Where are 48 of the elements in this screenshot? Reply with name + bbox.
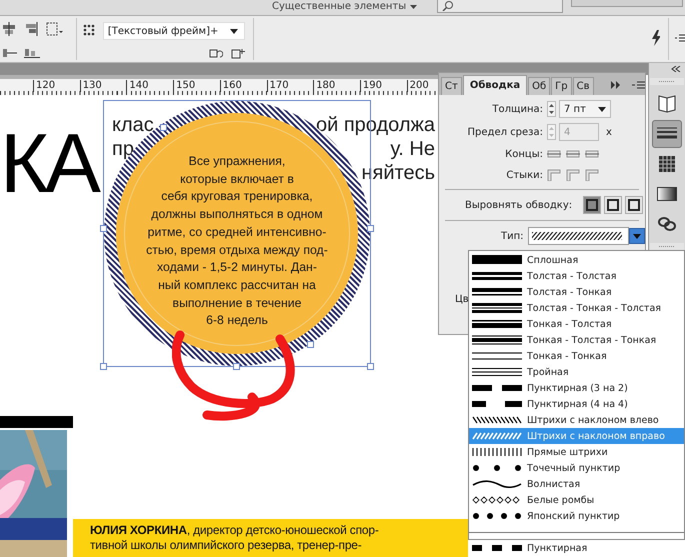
ruler-label: 150 (173, 80, 196, 92)
menu-item[interactable]: Толстая - Тонкая (469, 284, 684, 300)
workspace-switcher[interactable]: Существенные элементы (268, 0, 422, 14)
panel-tab[interactable]: Гр (551, 77, 572, 95)
ruler-label: 130 (80, 80, 102, 92)
field-label: Выровнять обводку: (465, 200, 572, 210)
menu-item[interactable]: Сплошная (469, 252, 684, 268)
circle-text: Все упражнения, которые включает в себя круговая тренировка, должны выполняться в одном ритме, со средней интенсивно- стью, время отдыха между под- ходами - 1,5-2 минуты. Дан- ный комплекс рассчитан на выполнение в течение 6-8 недель (145, 153, 329, 330)
ruler-label: 170 (266, 80, 289, 92)
menu-item[interactable]: Белые ромбы (469, 492, 684, 508)
menu-item[interactable]: Волнистая (469, 476, 684, 492)
object-style-dropdown[interactable]: [Текстовый фрейм]+ (102, 22, 245, 40)
caption-text: ЮЛИЯ ХОРКИНА, директор детско-юношеской спор- тивной школы олимпийского резерва, тренер-пре- (90, 523, 380, 553)
ruler-label: 180 (313, 80, 336, 92)
headline: КА (0, 121, 97, 205)
ruler-label: 140 (126, 80, 148, 92)
menu-item[interactable]: Тонкая - Толстая (469, 316, 684, 332)
ruler-label: 190 (360, 80, 382, 92)
field-label: Стыки: (505, 170, 544, 180)
panel-tab[interactable]: Об (528, 77, 550, 95)
menu-item[interactable]: Штрихи с наклоном влево (469, 412, 684, 428)
panel-tab[interactable]: Обводка (462, 75, 528, 95)
body-text: клас (112, 113, 154, 137)
menu-item[interactable]: Пунктирная (469, 540, 684, 556)
panel-tab[interactable]: Ст (441, 77, 462, 95)
menu-item[interactable]: Толстая - Толстая (469, 268, 684, 284)
field-label: Тип: (501, 230, 524, 242)
unit-label: x (606, 126, 612, 138)
menu-item[interactable]: Прямые штрихи (469, 444, 684, 460)
weight-field[interactable]: 7 пт (559, 100, 611, 118)
menu-item[interactable]: Толстая - Тонкая - Толстая (469, 300, 684, 316)
panel-tab[interactable]: Св (572, 77, 594, 95)
field-label: Предел среза: (466, 126, 544, 138)
menu-item[interactable]: Тонкая - Толстая - Тонкая (469, 332, 684, 348)
body-text: пр (112, 137, 134, 161)
menu-item[interactable]: Японский пунктир (469, 508, 684, 524)
menu-item[interactable]: Тройная (469, 364, 684, 380)
field-label: Толщина: (491, 104, 544, 114)
menu-item[interactable]: Точечный пунктир (469, 460, 684, 476)
body-text: у. Не (390, 137, 435, 161)
menu-item[interactable]: Пунктирная (3 на 2) (469, 380, 684, 396)
menu-item[interactable]: Пунктирная (4 на 4) (469, 396, 684, 412)
field-label: Цв (455, 294, 469, 305)
ruler-label: 160 (220, 80, 242, 92)
ruler-label: 120 (33, 80, 56, 92)
field-label: Концы: (504, 148, 544, 160)
menu-item[interactable]: Тонкая - Тонкая (469, 348, 684, 364)
ruler-label: 200 (406, 80, 429, 92)
